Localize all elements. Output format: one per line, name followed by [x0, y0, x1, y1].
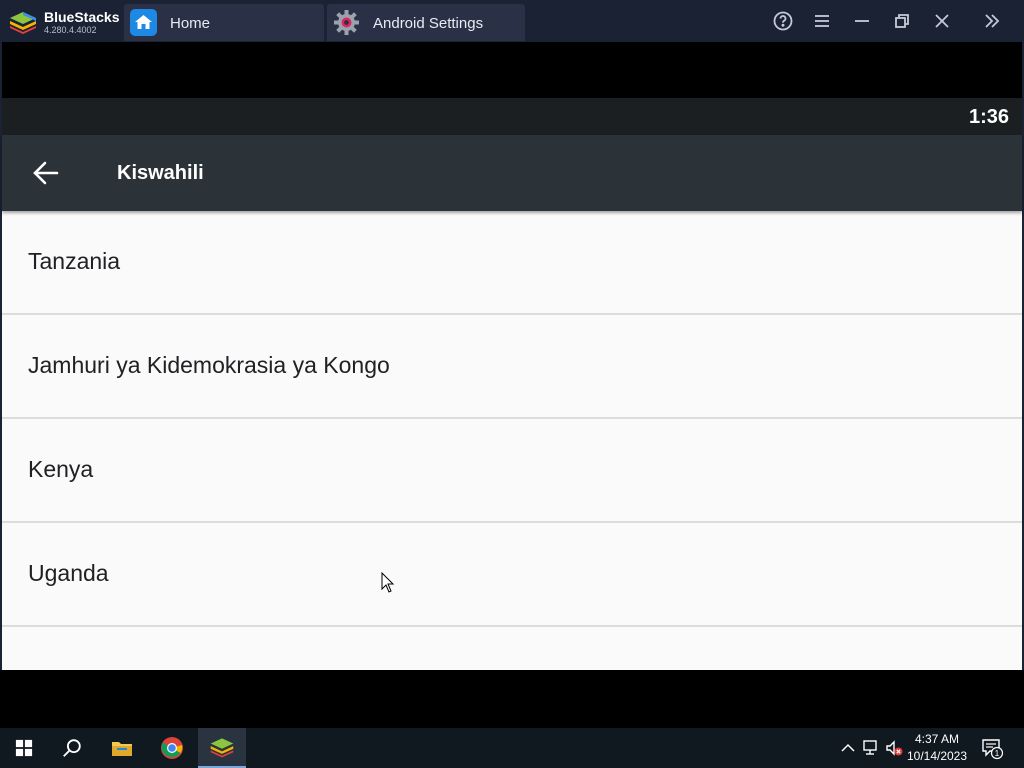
search-icon [63, 739, 81, 757]
tray-show-hidden-button[interactable] [838, 738, 858, 758]
region-item-label: Uganda [28, 560, 109, 586]
taskbar-chrome[interactable] [148, 728, 196, 768]
region-item-label: Tanzania [28, 248, 121, 274]
android-status-bar: 1:36 [2, 98, 1022, 135]
taskbar-file-explorer[interactable] [98, 728, 146, 768]
menu-icon [815, 15, 829, 27]
gear-icon [334, 10, 359, 35]
tab-android-settings[interactable]: Android Settings [327, 4, 525, 41]
tab-home[interactable]: Home [124, 4, 324, 41]
tray-time: 4:37 AM [914, 732, 960, 746]
volume-muted-icon [886, 740, 903, 756]
mouse-cursor-icon [381, 572, 395, 593]
tray-clock[interactable]: 4:37 AM 10/14/2023 [904, 731, 970, 765]
chrome-icon [161, 737, 183, 759]
restore-icon [895, 14, 909, 28]
minimize-icon [855, 20, 869, 22]
brand-name: BlueStacks [44, 9, 120, 25]
page-title: Kiswahili [117, 162, 204, 184]
notification-count: 1 [995, 749, 1000, 758]
region-list: Tanzania Jamhuri ya Kidemokrasia ya Kong… [2, 211, 1022, 670]
expand-sidebar-button[interactable] [980, 9, 1004, 33]
home-icon [130, 9, 157, 36]
help-icon [773, 11, 793, 31]
emulator-letterbox-bottom [0, 670, 1024, 728]
menu-button[interactable] [810, 9, 834, 33]
expand-sidebar-icon [985, 14, 1000, 28]
bluestacks-brand: BlueStacks 4.280.4.4002 [8, 4, 124, 38]
region-item-uganda[interactable]: Uganda [2, 523, 1022, 627]
region-item-tanzania[interactable]: Tanzania [2, 211, 1022, 315]
status-clock: 1:36 [968, 106, 1009, 128]
tab-home-label: Home [170, 15, 211, 32]
network-icon [863, 740, 877, 755]
brand-version: 4.280.4.4002 [44, 25, 97, 35]
region-item-kenya[interactable]: Kenya [2, 419, 1022, 523]
taskbar-search-button[interactable] [48, 728, 96, 768]
back-button[interactable] [30, 157, 62, 189]
windows-taskbar: 4:37 AM 10/14/2023 1 [0, 728, 1024, 768]
region-item-drc[interactable]: Jamhuri ya Kidemokrasia ya Kongo [2, 315, 1022, 419]
action-center-button[interactable]: 1 [980, 736, 1004, 760]
bluestacks-titlebar: BlueStacks 4.280.4.4002 Home Android Set… [0, 0, 1024, 42]
emulator-letterbox-top [0, 42, 1024, 98]
file-explorer-icon [112, 742, 132, 756]
taskbar-bluestacks[interactable] [198, 728, 246, 768]
tray-date: 10/14/2023 [906, 749, 968, 763]
tray-volume-button[interactable] [884, 738, 904, 758]
windows-start-icon [15, 739, 33, 757]
minimize-button[interactable] [850, 9, 874, 33]
region-item-label: Kenya [28, 456, 94, 482]
bluestacks-icon [210, 738, 234, 758]
arrow-back-icon [33, 161, 59, 185]
android-app-bar: Kiswahili [2, 135, 1022, 211]
bluestacks-logo-icon [10, 12, 36, 34]
help-button[interactable] [771, 9, 795, 33]
start-button[interactable] [0, 728, 48, 768]
region-item-label: Jamhuri ya Kidemokrasia ya Kongo [28, 352, 390, 378]
chevron-up-icon [841, 743, 855, 752]
restore-button[interactable] [890, 9, 914, 33]
notification-icon: 1 [982, 739, 1004, 760]
close-button[interactable] [930, 9, 954, 33]
close-icon [935, 14, 949, 28]
tray-network-button[interactable] [861, 738, 881, 758]
tab-android-settings-label: Android Settings [373, 15, 484, 32]
